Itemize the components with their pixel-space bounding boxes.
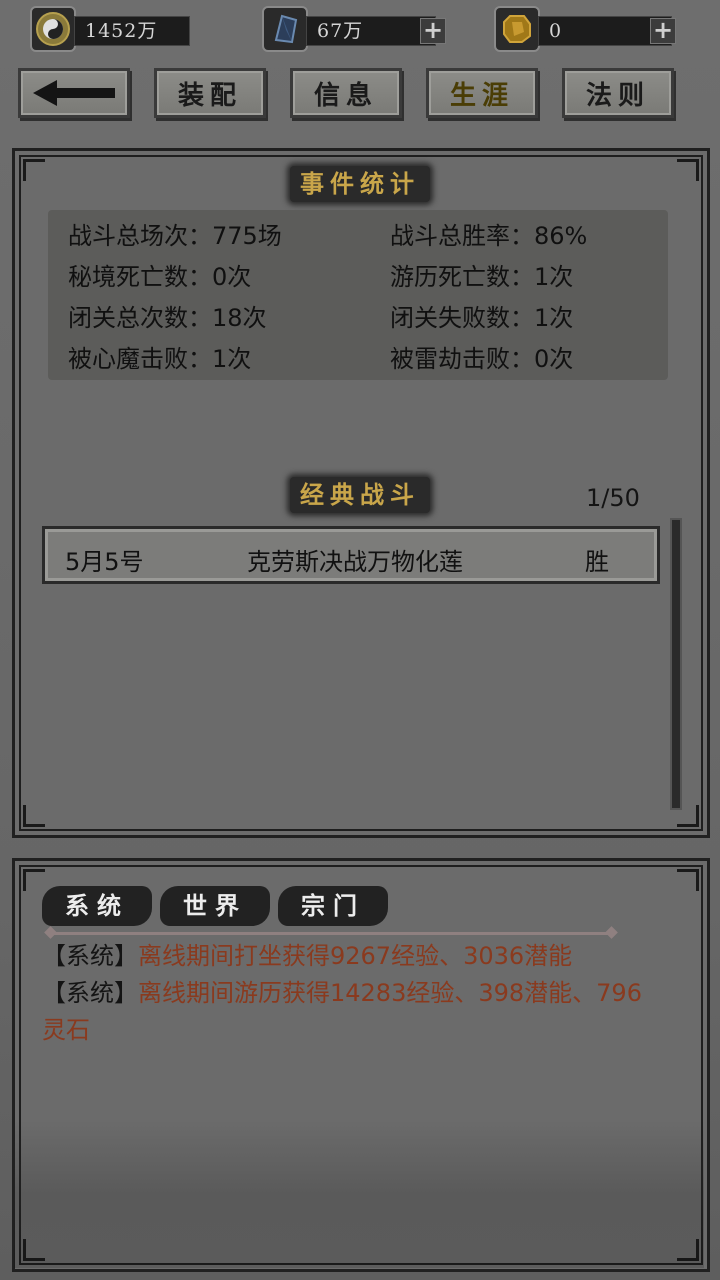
tab-info[interactable]: 信息 — [290, 68, 402, 118]
tab-system[interactable]: 系统 — [42, 886, 152, 926]
message-tag: 【系统】 — [42, 979, 138, 1007]
yin-yang-coin-icon — [30, 6, 76, 52]
tab-career[interactable]: 生涯 — [426, 68, 538, 118]
events-title: 事件统计 — [290, 166, 430, 202]
back-button[interactable] — [18, 68, 130, 118]
chat-message: 【系统】离线期间打坐获得9267经验、3036潜能 — [42, 938, 662, 975]
back-arrow-icon — [33, 80, 115, 106]
crystal-counter: 67万 + — [262, 6, 452, 52]
battle-row[interactable]: 5月5号 克劳斯决战万物化莲 胜 — [42, 526, 660, 584]
corner-ornament — [23, 159, 45, 181]
add-gem-button[interactable]: + — [650, 18, 676, 44]
coins-value: 1452万 — [74, 16, 190, 46]
battles-scrollbar[interactable] — [670, 518, 682, 810]
chat-divider — [50, 932, 612, 935]
chat-message: 【系统】离线期间游历获得14283经验、398潜能、796灵石 — [42, 975, 662, 1049]
battle-name: 克劳斯决战万物化莲 — [247, 548, 463, 576]
tab-equip[interactable]: 装配 — [154, 68, 266, 118]
gem-counter: 0 + — [494, 6, 684, 52]
stat-secret-deaths: 秘境死亡数：0次 — [68, 263, 252, 291]
stat-demon-defeats: 被心魔击败：1次 — [68, 345, 252, 373]
stat-travel-deaths: 游历死亡数：1次 — [390, 263, 574, 291]
coins-counter: 1452万 — [30, 6, 190, 52]
tab-rules[interactable]: 法则 — [562, 68, 674, 118]
add-crystal-button[interactable]: + — [420, 18, 446, 44]
tab-sect[interactable]: 宗门 — [278, 886, 388, 926]
battles-pager: 1/50 — [586, 484, 640, 512]
stat-retreat-fails: 闭关失败数：1次 — [390, 304, 574, 332]
corner-ornament — [23, 805, 45, 827]
stat-thunder-defeats: 被雷劫击败：0次 — [390, 345, 574, 373]
blue-crystal-icon — [262, 6, 308, 52]
stat-battle-count: 战斗总场次：775场 — [68, 222, 282, 250]
battles-title: 经典战斗 — [290, 477, 430, 513]
message-text: 离线期间打坐获得9267经验、3036潜能 — [138, 942, 573, 970]
corner-ornament — [677, 869, 699, 891]
stat-win-rate: 战斗总胜率：86% — [390, 222, 588, 250]
mist-decoration — [14, 1120, 704, 1268]
gold-gem-icon — [494, 6, 540, 52]
tab-world[interactable]: 世界 — [160, 886, 270, 926]
battle-date: 5月5号 — [65, 548, 144, 576]
battle-result: 胜 — [585, 548, 609, 576]
crystal-value: 67万 — [306, 16, 436, 46]
corner-ornament — [23, 869, 45, 891]
message-tag: 【系统】 — [42, 942, 138, 970]
stat-retreat-count: 闭关总次数：18次 — [68, 304, 267, 332]
corner-ornament — [677, 159, 699, 181]
